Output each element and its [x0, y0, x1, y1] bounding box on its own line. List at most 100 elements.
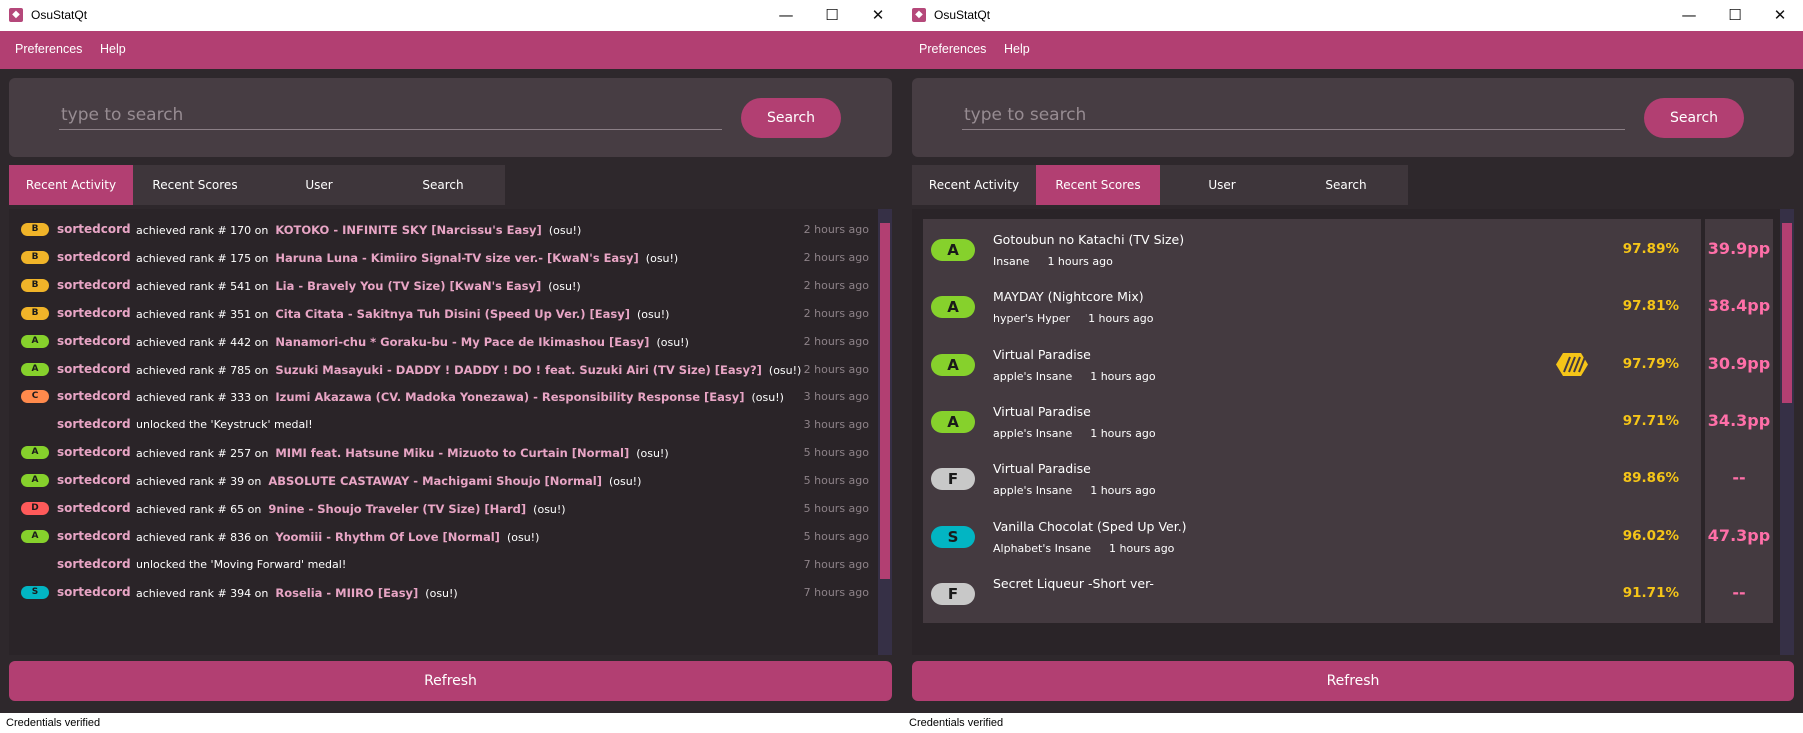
score-timestamp: 1 hours ago — [1047, 255, 1113, 268]
beatmap-link[interactable]: Yoomiii - Rhythm Of Love [Normal] — [275, 530, 500, 544]
tab-recent-scores[interactable]: Recent Scores — [133, 165, 257, 205]
activity-text: achieved rank # 333 on Izumi Akazawa (CV… — [136, 390, 784, 404]
activity-text: achieved rank # 170 on KOTOKO - INFINITE… — [136, 223, 581, 237]
search-input[interactable] — [59, 100, 722, 130]
activity-action: unlocked the 'Moving Forward' medal! — [136, 557, 347, 571]
username-link[interactable]: sortedcord — [57, 278, 131, 292]
rank-badge: F — [931, 582, 975, 605]
score-card[interactable]: F Virtual Paradise apple's Insane 1 hours a… — [923, 448, 1773, 509]
menu-help[interactable]: Help — [100, 42, 126, 56]
beatmap-link[interactable]: ABSOLUTE CASTAWAY - Machigami Shoujo [No… — [268, 474, 602, 488]
rank-badge: A — [21, 446, 49, 460]
username-link[interactable]: sortedcord — [57, 250, 131, 264]
username-link[interactable]: sortedcord — [57, 417, 131, 431]
minimize-button[interactable]: — — [763, 0, 809, 31]
search-input[interactable] — [962, 100, 1625, 130]
rank-badge: F — [931, 468, 975, 491]
score-card-body: A Virtual Paradise apple's Insane 1 hours a… — [923, 390, 1701, 451]
username-link[interactable]: sortedcord — [57, 334, 131, 348]
score-card[interactable]: S Vanilla Chocolat (Sped Up Ver.) Alphabet… — [923, 505, 1773, 566]
activity-action: achieved rank # 175 on — [136, 251, 269, 265]
maximize-button[interactable]: ☐ — [1712, 0, 1758, 31]
beatmap-title: Secret Liqueur -Short ver- — [993, 575, 1154, 591]
rank-badge: A — [931, 410, 975, 433]
activity-action: achieved rank # 170 on — [136, 224, 269, 237]
username-link[interactable]: sortedcord — [57, 501, 131, 515]
timestamp: 7 hours ago — [803, 557, 869, 571]
beatmap-link[interactable]: Roselia - MIIRO [Easy] — [275, 586, 418, 600]
score-card[interactable]: A Virtual Paradise apple's Insane 1 hours a… — [923, 390, 1773, 451]
activity-list[interactable]: Bsortedcord achieved rank # 170 on KOTOKO… — [9, 209, 892, 655]
rank-badge: A — [931, 353, 975, 376]
scroll-thumb[interactable] — [1782, 223, 1792, 403]
score-card-body: A Gotoubun no Katachi (TV Size) Insane 1 ho… — [923, 219, 1701, 279]
title-bar[interactable]: ◆ OsuStatQt — ☐ ✕ — [903, 0, 1803, 31]
score-card[interactable]: F Secret Liqueur -Short ver- 91.71% -- — [923, 562, 1773, 623]
username-link[interactable]: sortedcord — [57, 473, 131, 487]
score-card[interactable]: A MAYDAY (Nightcore Mix) hyper's Hyper 1 ho… — [923, 276, 1773, 337]
title-bar[interactable]: ◆ OsuStatQt — ☐ ✕ — [0, 0, 903, 31]
beatmap-link[interactable]: Izumi Akazawa (CV. Madoka Yonezawa) - Re… — [275, 390, 744, 404]
menu-bar: Preferences Help — [903, 31, 1803, 69]
close-button[interactable]: ✕ — [1757, 0, 1803, 31]
refresh-button[interactable]: Refresh — [9, 661, 892, 701]
beatmap-link[interactable]: Suzuki Masayuki - DADDY ! DADDY ! DO ! f… — [275, 363, 762, 377]
scrollbar[interactable] — [1780, 209, 1794, 655]
activity-text: unlocked the 'Keystruck' medal! — [136, 418, 313, 431]
close-button[interactable]: ✕ — [855, 0, 901, 31]
search-button[interactable]: Search — [741, 98, 841, 138]
beatmap-link[interactable]: MIMI feat. Hatsune Miku - Mizuoto to Cur… — [275, 446, 629, 460]
score-timestamp: 1 hours ago — [1090, 484, 1156, 498]
username-link[interactable]: sortedcord — [57, 362, 131, 376]
accuracy: 97.89% — [1622, 241, 1679, 257]
activity-action: achieved rank # 351 on — [136, 307, 269, 321]
beatmap-link[interactable]: Lia - Bravely You (TV Size) [KwaN's Easy… — [275, 279, 541, 293]
username-link[interactable]: sortedcord — [57, 529, 131, 543]
maximize-button[interactable]: ☐ — [809, 0, 855, 31]
beatmap-link[interactable]: Haruna Luna - Kimiiro Signal-TV size ver… — [275, 251, 638, 265]
tab-user[interactable]: User — [1160, 165, 1284, 205]
tab-bar: Recent Activity Recent Scores User Searc… — [9, 165, 505, 205]
username-link[interactable]: sortedcord — [57, 445, 131, 459]
rank-badge: C — [21, 390, 49, 404]
tab-recent-activity[interactable]: Recent Activity — [912, 165, 1036, 205]
tab-recent-activity[interactable]: Recent Activity — [9, 165, 133, 205]
activity-action: achieved rank # 836 on — [136, 530, 269, 544]
score-card[interactable]: A Virtual Paradise apple's Insane 1 hours a… — [923, 333, 1773, 394]
tab-search[interactable]: Search — [381, 165, 505, 205]
activity-action: achieved rank # 39 on — [136, 475, 262, 489]
rank-badge: B — [21, 250, 49, 264]
menu-preferences[interactable]: Preferences — [15, 42, 82, 56]
beatmap-link[interactable]: Nanamori-chu * Goraku-bu - My Pace de Ik… — [275, 335, 649, 349]
username-link[interactable]: sortedcord — [57, 306, 131, 320]
timestamp: 3 hours ago — [803, 418, 869, 432]
tab-search[interactable]: Search — [1284, 165, 1408, 205]
accuracy: 91.71% — [1622, 584, 1679, 601]
activity-action: achieved rank # 442 on — [136, 335, 269, 349]
minimize-button[interactable]: — — [1666, 0, 1712, 31]
refresh-button[interactable]: Refresh — [912, 661, 1794, 701]
tab-recent-scores[interactable]: Recent Scores — [1036, 165, 1160, 205]
beatmap-link[interactable]: KOTOKO - INFINITE SKY [Narcissu's Easy] — [275, 223, 541, 237]
scroll-thumb[interactable] — [880, 223, 890, 579]
rank-badge: A — [21, 334, 49, 348]
username-link[interactable]: sortedcord — [57, 389, 131, 403]
menu-preferences[interactable]: Preferences — [919, 42, 986, 56]
menu-help[interactable]: Help — [1004, 42, 1030, 56]
activity-row[interactable]: Ssortedcord achieved rank # 394 on Roseli… — [9, 576, 869, 608]
search-button[interactable]: Search — [1644, 98, 1744, 138]
username-link[interactable]: sortedcord — [57, 222, 131, 236]
beatmap-link[interactable]: Cita Citata - Sakitnya Tuh Disini (Speed… — [275, 307, 630, 321]
beatmap-link[interactable]: 9nine - Shoujo Traveler (TV Size) [Hard] — [268, 502, 526, 516]
status-bar: Credentials verified — [0, 713, 903, 733]
timestamp: 2 hours ago — [803, 306, 869, 320]
scrollbar[interactable] — [878, 209, 892, 655]
activity-action: unlocked the 'Keystruck' medal! — [136, 418, 313, 432]
score-card[interactable]: A Gotoubun no Katachi (TV Size) Insane 1 ho… — [923, 219, 1773, 279]
tab-user[interactable]: User — [257, 165, 381, 205]
score-list[interactable]: A Gotoubun no Katachi (TV Size) Insane 1 ho… — [912, 209, 1794, 655]
osu-app-icon: ◆ — [912, 8, 926, 22]
username-link[interactable]: sortedcord — [57, 585, 131, 599]
username-link[interactable]: sortedcord — [57, 557, 131, 571]
beatmap-difficulty: hyper's Hyper 1 hours ago — [993, 312, 1153, 325]
